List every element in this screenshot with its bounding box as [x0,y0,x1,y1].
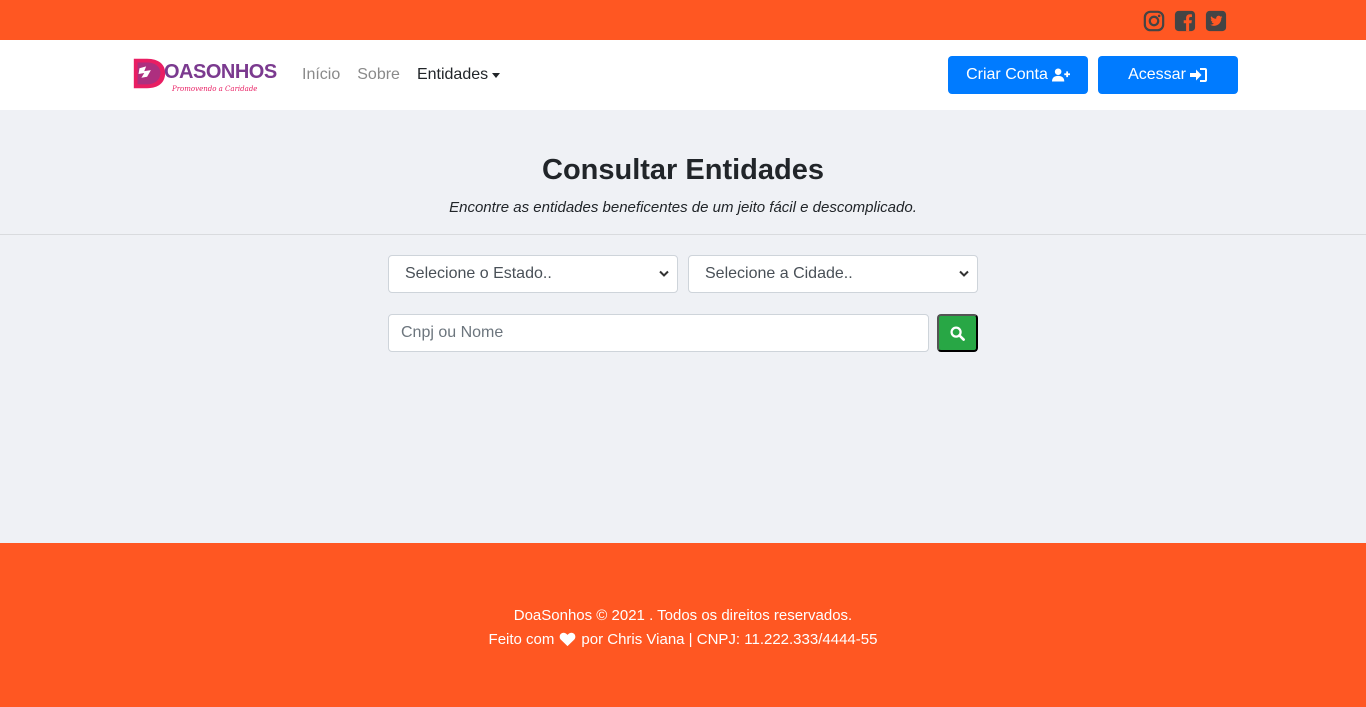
state-select[interactable]: Selecione o Estado.. [388,255,678,293]
brand-text: OASONHOS [164,61,277,83]
twitter-icon[interactable] [1205,10,1227,32]
instagram-icon[interactable] [1143,10,1165,32]
filters-section: Selecione o Estado.. Selecione a Cidade.… [0,235,1366,542]
logo-mark-icon [133,58,166,89]
create-account-button[interactable]: Criar Conta [948,56,1088,94]
search-icon [950,325,965,341]
page-header: Consultar Entidades Encontre as entidade… [0,110,1366,235]
login-button[interactable]: Acessar [1098,56,1238,94]
search-input[interactable]: Cnpj ou Nome [388,314,929,352]
user-plus-icon [1051,68,1070,82]
nav-link-sobre[interactable]: Sobre [357,66,400,84]
state-select-value: Selecione o Estado.. [405,265,552,282]
page-title: Consultar Entidades [542,154,824,186]
footer-copyright: DoaSonhos © 2021 . Todos os direitos res… [513,607,853,624]
nav-dropdown-label: Entidades [416,66,489,83]
search-placeholder: Cnpj ou Nome [401,324,504,341]
chevron-down-icon [959,270,969,277]
footer-credits: Feito com por Chris Viana | CNPJ: 11.222… [0,631,1366,648]
brand-tagline: Promovendo a Caridade [172,85,258,93]
navbar: OASONHOS Promovendo a Caridade Início So… [0,40,1366,110]
sign-in-icon [1189,68,1207,82]
caret-down-icon [492,73,501,78]
login-label: Acessar [1128,66,1186,83]
footer-made-with: Feito com [488,631,555,648]
chevron-down-icon [659,270,669,277]
nav-dropdown-entidades[interactable]: Entidades [416,66,501,84]
search-button[interactable] [937,314,978,352]
nav-link-inicio[interactable]: Início [302,66,340,84]
create-account-label: Criar Conta [966,66,1048,83]
heart-icon [560,632,576,647]
nav-links: Início Sobre Entidades [302,40,517,110]
footer: DoaSonhos © 2021 . Todos os direitos res… [0,543,1366,707]
brand-logo[interactable]: OASONHOS Promovendo a Caridade [130,53,280,97]
top-bar [0,0,1366,40]
facebook-icon[interactable] [1174,10,1196,32]
page-subtitle: Encontre as entidades beneficentes de um… [449,199,917,216]
social-links [1143,10,1227,32]
city-select-value: Selecione a Cidade.. [705,265,853,282]
city-select[interactable]: Selecione a Cidade.. [688,255,978,293]
footer-author: por Chris Viana | CNPJ: 11.222.333/4444-… [581,631,878,648]
